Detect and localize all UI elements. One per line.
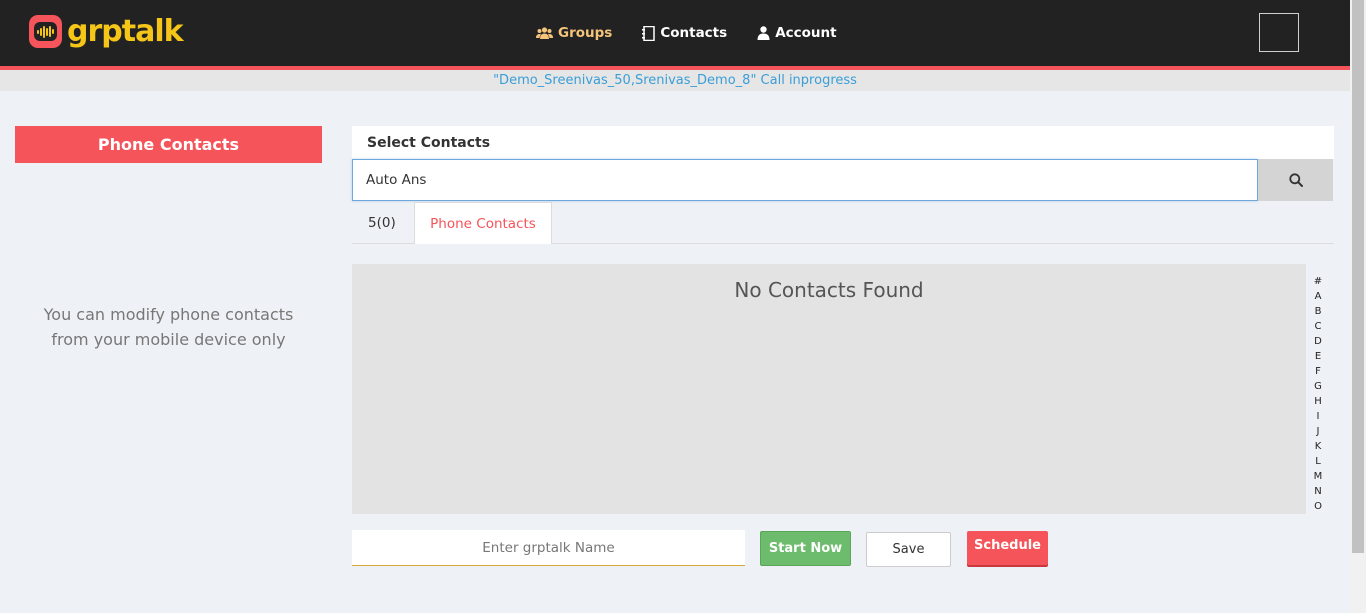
alpha-index-letter[interactable]: L xyxy=(1315,454,1321,469)
save-button[interactable]: Save xyxy=(866,532,951,567)
grptalk-name-input[interactable]: Enter grptalk Name xyxy=(352,530,745,566)
nav-item-contacts[interactable]: Contacts xyxy=(642,22,727,44)
nav-item-account[interactable]: Account xyxy=(757,22,837,44)
contact-tabs: 5(0) Phone Contacts xyxy=(352,201,1334,244)
alpha-index-letter[interactable]: M xyxy=(1314,469,1323,484)
alpha-index-letter[interactable]: G xyxy=(1314,379,1322,394)
contact-search-input[interactable]: Auto Ans xyxy=(352,159,1258,201)
no-contacts-message: No Contacts Found xyxy=(734,278,924,302)
alpha-index-letter[interactable]: C xyxy=(1315,319,1322,334)
note-line-2: from your mobile device only xyxy=(51,330,286,349)
schedule-button[interactable]: Schedule xyxy=(967,531,1048,565)
alpha-index-letter[interactable]: O xyxy=(1314,499,1322,514)
alpha-index-letter[interactable]: K xyxy=(1315,439,1322,454)
grptalk-logo[interactable]: grptalk xyxy=(29,13,184,49)
search-button[interactable] xyxy=(1258,159,1333,201)
alpha-index-letter[interactable]: J xyxy=(1317,424,1320,439)
search-icon xyxy=(1288,173,1303,187)
modify-contacts-note: You can modify phone contacts from your … xyxy=(15,302,322,352)
select-contacts-heading: Select Contacts xyxy=(352,126,1334,159)
alpha-index-letter[interactable]: D xyxy=(1314,334,1322,349)
contacts-list-area: No Contacts Found xyxy=(352,264,1306,514)
alpha-index-letter[interactable]: A xyxy=(1315,289,1322,304)
logo-text: grptalk xyxy=(67,13,184,49)
alpha-index-letter[interactable]: I xyxy=(1317,409,1320,424)
start-now-button[interactable]: Start Now xyxy=(760,531,851,566)
tab-group-count[interactable]: 5(0) xyxy=(368,202,396,244)
scrollbar-thumb[interactable] xyxy=(1352,0,1364,553)
alpha-index-letter[interactable]: # xyxy=(1314,274,1322,289)
profile-avatar[interactable] xyxy=(1259,13,1299,52)
nav-label-groups: Groups xyxy=(558,25,613,41)
call-status-banner[interactable]: "Demo_Sreenivas_50,Srenivas_Demo_8" Call… xyxy=(0,70,1350,91)
nav-label-contacts: Contacts xyxy=(660,25,728,41)
top-navbar: grptalk Groups Contacts Account xyxy=(0,0,1350,66)
logo-mark-icon xyxy=(29,15,62,48)
call-status-text[interactable]: "Demo_Sreenivas_50,Srenivas_Demo_8" Call… xyxy=(493,73,857,88)
main-nav: Groups Contacts Account xyxy=(536,22,867,44)
phone-contacts-title: Phone Contacts xyxy=(15,126,322,163)
alpha-index-letter[interactable]: N xyxy=(1314,484,1321,499)
page-scrollbar[interactable] xyxy=(1350,0,1366,613)
alpha-index-letter[interactable]: H xyxy=(1314,394,1322,409)
alpha-index-letter[interactable]: E xyxy=(1315,349,1321,364)
nav-item-groups[interactable]: Groups xyxy=(536,22,612,44)
alpha-index-letter[interactable]: B xyxy=(1315,304,1322,319)
tab-phone-contacts[interactable]: Phone Contacts xyxy=(414,202,552,244)
address-book-icon xyxy=(642,25,656,41)
alpha-index-letter[interactable]: F xyxy=(1315,364,1321,379)
groups-icon xyxy=(536,26,553,39)
note-line-1: You can modify phone contacts xyxy=(43,305,294,324)
user-icon xyxy=(757,26,770,40)
nav-label-account: Account xyxy=(775,25,837,41)
alphabet-index: # A B C D E F G H I J K L M N O xyxy=(1310,274,1326,514)
